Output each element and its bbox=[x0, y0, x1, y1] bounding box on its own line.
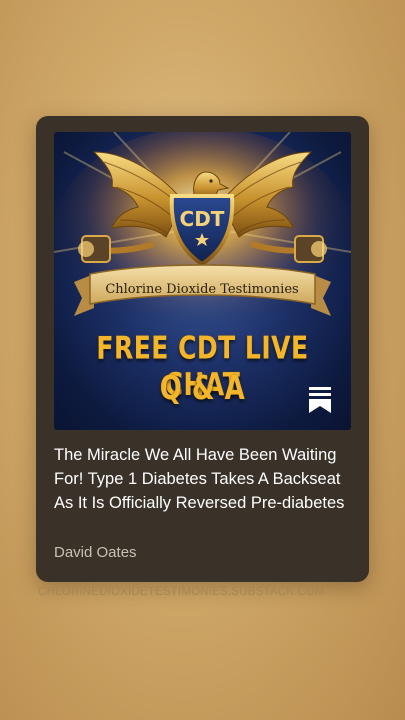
cover-headline-line-2: Q & A bbox=[159, 370, 246, 408]
source-domain: CHLORINEDIOXIDETESTIMONIES.SUBSTACK.COM bbox=[38, 586, 325, 598]
post-cover-image[interactable]: CDT Chlorine Dioxide Testimonies FREE CD… bbox=[54, 132, 351, 430]
substack-bookmark-icon bbox=[309, 387, 331, 413]
post-author[interactable]: David Oates bbox=[54, 543, 137, 563]
post-title[interactable]: The Miracle We All Have Been Waiting For… bbox=[54, 443, 354, 515]
banner-text: Chlorine Dioxide Testimonies bbox=[105, 282, 298, 297]
badge-text: CDT bbox=[180, 207, 225, 231]
post-card[interactable]: CDT Chlorine Dioxide Testimonies FREE CD… bbox=[36, 116, 369, 582]
